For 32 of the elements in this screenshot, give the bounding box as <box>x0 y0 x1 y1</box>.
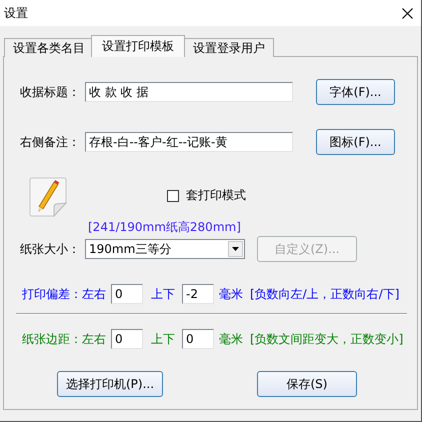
tab[interactable]: 设置各类名目 <box>4 38 94 57</box>
paper-info: [241/190mm纸高280mm] <box>88 219 242 235</box>
adjust-label: 打印偏差：左右 <box>22 286 106 302</box>
number-field[interactable]: 0 <box>111 284 143 304</box>
icon-button[interactable]: 图标(F)... <box>316 129 395 155</box>
adjust-label: 上下 <box>151 286 175 302</box>
field-label: 纸张大小： <box>19 240 81 258</box>
close-icon[interactable] <box>402 8 413 18</box>
adjust-label: 上下 <box>151 330 175 348</box>
field-label: 右侧备注： <box>19 134 81 150</box>
adjust-note: [负数向左/上，正数向右/下] <box>250 286 400 302</box>
unit-label: 毫米 <box>219 330 243 348</box>
checkbox-label: 套打印模式 <box>186 187 246 204</box>
text-field[interactable]: 存根-白--客户-红--记账-黄 <box>85 132 293 152</box>
number-field[interactable]: 0 <box>111 329 143 349</box>
tab[interactable]: 设置登录用户 <box>184 38 274 57</box>
adjust-note: [负数文间距变大，正数变小] <box>250 330 404 348</box>
text-field[interactable]: 收 款 收 据 <box>85 82 293 102</box>
save-button[interactable]: 保存(S) <box>257 371 357 397</box>
dropdown-arrow-icon <box>232 247 239 251</box>
font-button[interactable]: 字体(F)... <box>316 79 395 105</box>
adjust-label: 纸张边距：左右 <box>22 330 106 348</box>
tab[interactable]: 设置打印模板 <box>91 35 185 57</box>
unit-label: 毫米 <box>219 286 243 302</box>
number-field[interactable]: 0 <box>182 329 214 349</box>
window-title: 设置 <box>4 4 28 22</box>
checkbox[interactable] <box>167 190 179 202</box>
pencil-page-icon <box>28 177 68 217</box>
paper-size-dropdown[interactable]: 190mm三等分 <box>85 239 245 259</box>
number-field[interactable]: -2 <box>182 284 214 304</box>
field-label: 收据标题： <box>19 84 81 100</box>
select-printer-button[interactable]: 选择打印机(P)... <box>57 371 163 397</box>
